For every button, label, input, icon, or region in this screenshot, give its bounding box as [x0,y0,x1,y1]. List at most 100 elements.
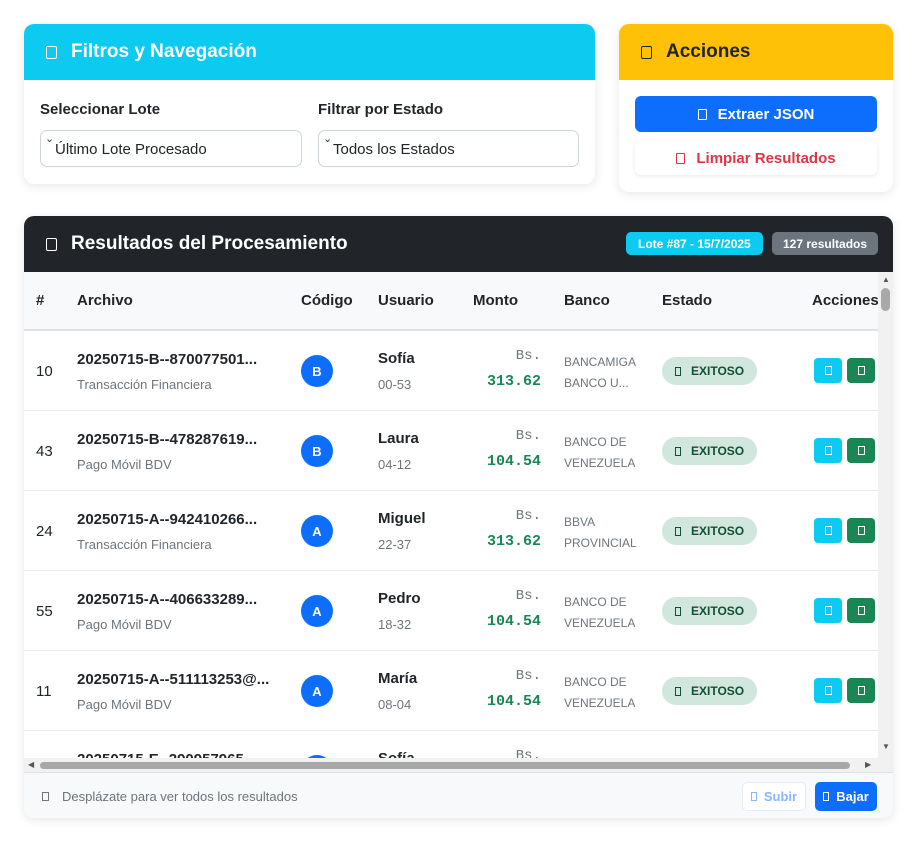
row-status-text: EXITOSO [691,444,745,458]
col-acciones: Acciones [812,292,879,309]
actions-title: Acciones [666,41,751,62]
row-bank: BANCO DE VENEZUELA [564,595,636,630]
scroll-down-button[interactable]: Bajar [815,782,877,811]
col-monto: Monto [473,292,518,309]
table-row[interactable]: 55 20250715-A--406633289... Pago Móvil BDV… [24,571,878,651]
eye-icon [824,606,832,615]
chevron-down-icon: ⌄ [45,133,55,145]
row-number: 10 [36,363,53,380]
vertical-scroll-thumb[interactable] [881,288,890,311]
row-currency: Bs. [515,508,541,524]
results-card: Resultados del Procesamiento Lote #87 - … [24,216,893,818]
row-file-name: 20250715-A--942410266... [77,511,258,528]
row-number: 11 [36,683,52,700]
download-icon [857,366,865,375]
row-transaction-type: Pago Móvil BDV [77,457,172,472]
download-row-button[interactable] [847,358,875,383]
row-user-id: 18-32 [378,617,412,632]
row-amount: 313.62 [486,533,541,550]
view-button[interactable] [814,438,842,463]
view-button[interactable] [814,358,842,383]
estado-select-value: Todos los Estados [333,141,455,158]
download-row-button[interactable] [847,598,875,623]
download-icon [857,446,865,455]
scroll-down-arrow-icon[interactable]: ▼ [882,742,890,751]
row-status-text: EXITOSO [691,604,745,618]
row-user-name: Sofía [378,350,415,367]
row-file-name: 20250715-B--478287619... [77,431,258,448]
row-user-id: 22-37 [378,537,412,552]
arrow-up-icon [750,792,757,801]
row-status-text: EXITOSO [691,364,745,378]
row-status-badge: EXITOSO [662,437,758,465]
clear-results-button[interactable]: Limpiar Resultados [635,141,877,175]
vertical-scrollbar[interactable]: ▲ ▼ [878,272,893,772]
row-bank: BBVA PROVINCIAL [564,515,637,550]
row-number: 43 [36,443,53,460]
horizontal-scrollbar[interactable]: ◀ ▶ [24,758,878,772]
extract-json-button[interactable]: Extraer JSON [635,96,877,132]
view-button[interactable] [814,598,842,623]
actions-card: Acciones Extraer JSON Limpiar Resultados [619,24,893,192]
row-number: 55 [36,603,53,620]
filters-title: Filtros y Navegación [71,41,257,62]
row-status-badge: EXITOSO [662,357,758,385]
clear-results-label: Limpiar Resultados [696,149,836,167]
eye-icon [824,366,832,375]
count-badge: 127 resultados [772,232,879,255]
row-code-badge: A [301,675,333,707]
row-status-badge: EXITOSO [662,517,758,545]
row-code-badge: B [301,435,333,467]
row-currency: Bs. [515,428,541,444]
row-code-badge: A [301,595,333,627]
table-row[interactable]: 43 20250715-B--478287619... Pago Móvil BDV… [24,411,878,491]
actions-header: Acciones [619,24,893,80]
col-usuario: Usuario [378,292,434,309]
download-row-button[interactable] [847,678,875,703]
results-title: Resultados del Procesamiento [71,233,348,254]
col-number: # [36,292,45,309]
estado-select[interactable]: ⌄ Todos los Estados [318,130,579,167]
scroll-up-button[interactable]: Subir [742,782,806,811]
results-header: Resultados del Procesamiento Lote #87 - … [24,216,893,272]
row-user-name: María [378,670,418,687]
download-row-button[interactable] [847,518,875,543]
row-status-text: EXITOSO [691,684,745,698]
view-button[interactable] [814,518,842,543]
row-amount: 313.62 [486,373,541,390]
filters-header: Filtros y Navegación [24,24,595,80]
view-button[interactable] [814,678,842,703]
lote-select[interactable]: ⌄ Último Lote Procesado [40,130,302,167]
footer-hint-text: Desplázate para ver todos los resultados [62,789,298,804]
arrow-down-icon [823,792,830,801]
scroll-up-label: Subir [763,789,798,804]
scroll-left-arrow-icon[interactable]: ◀ [28,760,34,769]
col-archivo: Archivo [77,292,133,309]
row-transaction-type: Transacción Financiera [77,537,212,552]
table-row[interactable]: 24 20250715-A--942410266... Transacción Fi… [24,491,878,571]
row-transaction-type: Pago Móvil BDV [77,617,172,632]
row-user-id: 08-04 [378,697,412,712]
results-footer: Desplázate para ver todos los resultados… [24,772,893,818]
download-icon [857,526,865,535]
download-row-button[interactable] [847,438,875,463]
check-circle-icon [675,526,681,536]
scroll-down-label: Bajar [836,789,869,804]
row-user-name: Pedro [378,590,421,607]
download-icon [857,686,865,695]
scroll-up-arrow-icon[interactable]: ▲ [882,275,890,284]
row-file-name: 20250715-B--870077501... [77,351,258,368]
check-circle-icon [675,686,681,696]
row-user-id: 00-53 [378,377,412,392]
row-status-text: EXITOSO [691,524,745,538]
results-table[interactable]: # Archivo Código Usuario Monto Banco Est… [24,272,893,772]
row-bank: BANCO DE VENEZUELA [564,675,636,710]
table-row[interactable]: 10 20250715-B--870077501... Transacción Fi… [24,331,878,411]
row-status-badge: EXITOSO [662,597,758,625]
horizontal-scroll-thumb[interactable] [40,762,850,769]
col-banco: Banco [564,292,610,309]
row-number: 24 [36,523,53,540]
extract-json-label: Extraer JSON [717,105,815,123]
table-row[interactable]: 11 20250715-A--511113253@... Pago Móvil BD… [24,651,878,731]
scroll-right-arrow-icon[interactable]: ▶ [865,760,871,769]
